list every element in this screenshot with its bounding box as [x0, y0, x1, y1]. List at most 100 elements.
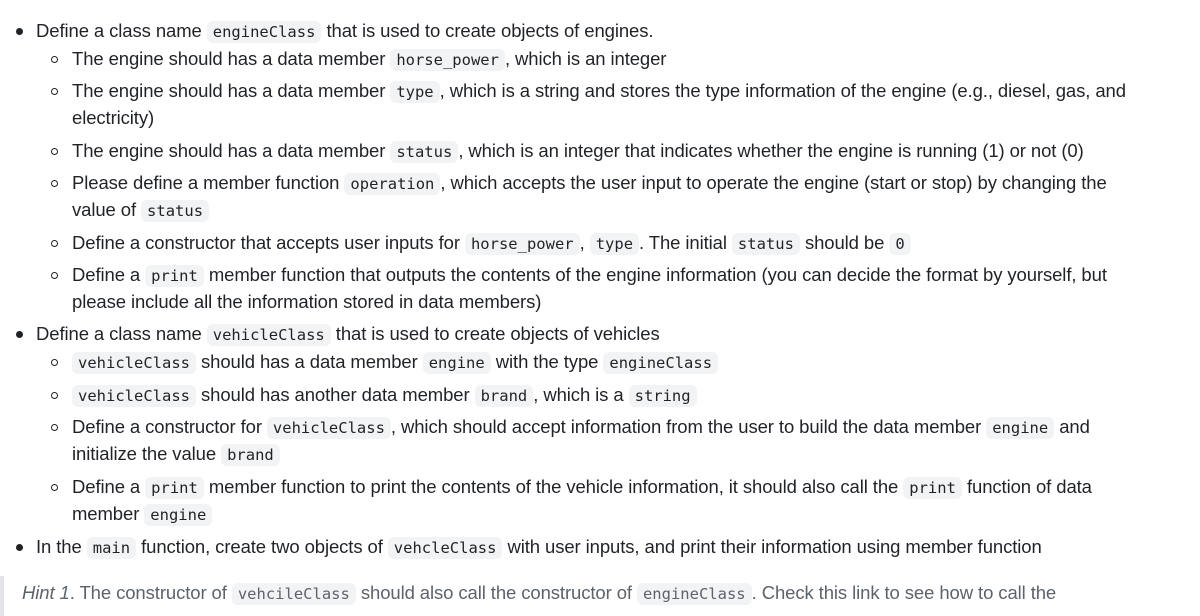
inline-code: status [731, 233, 800, 255]
sub-list-item: The engine should has a data member hors… [72, 45, 666, 74]
inline-code: horse_power [464, 233, 580, 255]
inline-code: vehicleClass [72, 385, 196, 407]
inline-code: brand [221, 444, 280, 466]
text-span: . The initial [639, 232, 732, 253]
text-span: The engine should has a data member [72, 80, 391, 101]
text-span: Define a constructor that accepts user i… [72, 232, 465, 253]
inline-code: 0 [889, 233, 911, 255]
text-span: should be [799, 232, 890, 253]
text-span: value of [72, 199, 142, 220]
text-span: Define a constructor for [72, 416, 267, 437]
text-span: function, create two objects of [136, 536, 388, 557]
text-span: , which is an integer [504, 48, 667, 69]
text-span: with user inputs, and print their inform… [502, 536, 1042, 557]
sub-bullet-icon [51, 424, 58, 431]
inline-code: engine [144, 504, 213, 526]
sub-bullet-icon [51, 392, 58, 399]
text-span: initialize the value [72, 443, 222, 464]
text-span: . Check this link to see how to call the [751, 582, 1057, 603]
list-item: Define a class name engineClass that is … [36, 17, 654, 46]
sub-bullet-icon [51, 484, 58, 491]
inline-code: main [86, 537, 137, 559]
inline-code: engine [422, 352, 491, 374]
inline-code: vehcleClass [387, 537, 503, 559]
sub-bullet-icon [51, 180, 58, 187]
inline-code: brand [474, 385, 534, 407]
inline-code: vehicleClass [206, 324, 331, 346]
hint-text: . The constructor of vehcileClass should… [69, 582, 1057, 605]
sub-bullet-icon [51, 359, 58, 366]
text-span: function of data [961, 476, 1092, 497]
text-span: , which is a string and stores the type … [439, 80, 1126, 101]
text-span: The engine should has a data member [72, 140, 391, 161]
inline-code: type [390, 81, 440, 103]
text-span: member function that outputs the content… [203, 264, 1107, 285]
sub-list-item: The engine should has a data member type… [72, 77, 1126, 106]
hint-blockquote: Hint 1. The constructor of vehcileClass … [0, 576, 1200, 616]
text-span: Define a class name [36, 20, 207, 41]
bullet-icon [16, 544, 23, 551]
sub-bullet-icon [51, 240, 58, 247]
sub-list-item: Define a print member function that outp… [72, 261, 1107, 290]
sub-list-item-continuation: member engine [72, 500, 213, 529]
sub-list-item-continuation: electricity) [72, 104, 154, 132]
inline-code: vehcileClass [231, 583, 356, 605]
sub-bullet-icon [51, 272, 58, 279]
sub-list-item: Define a constructor that accepts user i… [72, 229, 911, 258]
text-span: electricity) [72, 107, 155, 128]
inline-code: engineClass [603, 352, 719, 374]
text-span: Define a [72, 264, 146, 285]
inline-code: vehicleClass [266, 417, 391, 439]
sub-list-item-continuation: initialize the value brand [72, 440, 280, 469]
text-span: member function to print the contents of… [203, 476, 904, 497]
bullet-icon [16, 28, 23, 35]
sub-list-item: Define a print member function to print … [72, 473, 1092, 502]
text-span: Please define a member function [72, 172, 345, 193]
list-item: In the main function, create two objects… [36, 533, 1042, 562]
text-span: , [579, 232, 590, 253]
text-span: Define a class name [36, 323, 207, 344]
sub-list-item: Please define a member function operatio… [72, 169, 1107, 198]
inline-code: operation [344, 173, 441, 195]
sub-bullet-icon [51, 56, 58, 63]
bullet-icon [16, 331, 23, 338]
inline-code: status [390, 141, 459, 163]
text-span: . The constructor of [69, 582, 232, 603]
text-span: with the type [490, 351, 604, 372]
hint-label: Hint 1 [22, 582, 70, 603]
inline-code: engine [986, 417, 1055, 439]
text-span: Define a [72, 476, 146, 497]
sub-list-item: The engine should has a data member stat… [72, 137, 1084, 166]
text-span: , which is an integer that indicates whe… [458, 140, 1084, 161]
text-span: that is used to create objects of vehicl… [330, 323, 660, 344]
inline-code: horse_power [390, 49, 505, 71]
inline-code: print [145, 265, 204, 287]
inline-code: engineClass [636, 583, 752, 605]
text-span: In the [36, 536, 87, 557]
list-item: Define a class name vehicleClass that is… [36, 320, 660, 349]
sub-list-item-continuation: value of status [72, 196, 210, 225]
sub-list-item: vehicleClass should has another data mem… [72, 381, 697, 410]
sub-list-item: Define a constructor for vehicleClass, w… [72, 413, 1090, 442]
text-span: , which accepts the user input to operat… [440, 172, 1107, 193]
text-span: and [1054, 416, 1090, 437]
text-span: member [72, 503, 145, 524]
text-span: should has another data member [195, 384, 475, 405]
text-span: should has a data member [195, 351, 423, 372]
text-span: , which should accept information from t… [390, 416, 987, 437]
sub-bullet-icon [51, 88, 58, 95]
inline-code: string [628, 385, 697, 407]
sub-bullet-icon [51, 148, 58, 155]
text-span: please include all the information store… [72, 291, 542, 312]
text-span: The engine should has a data member [72, 48, 391, 69]
text-span: , which is a [533, 384, 629, 405]
inline-code: vehicleClass [72, 352, 196, 374]
inline-code: status [141, 200, 210, 222]
inline-code: print [145, 477, 204, 499]
sub-list-item-continuation: please include all the information store… [72, 288, 541, 316]
text-span: that is used to create objects of engine… [321, 20, 654, 41]
inline-code: print [903, 477, 962, 499]
text-span: should also call the constructor of [355, 582, 637, 603]
inline-code: engineClass [206, 21, 322, 43]
inline-code: type [589, 233, 640, 255]
